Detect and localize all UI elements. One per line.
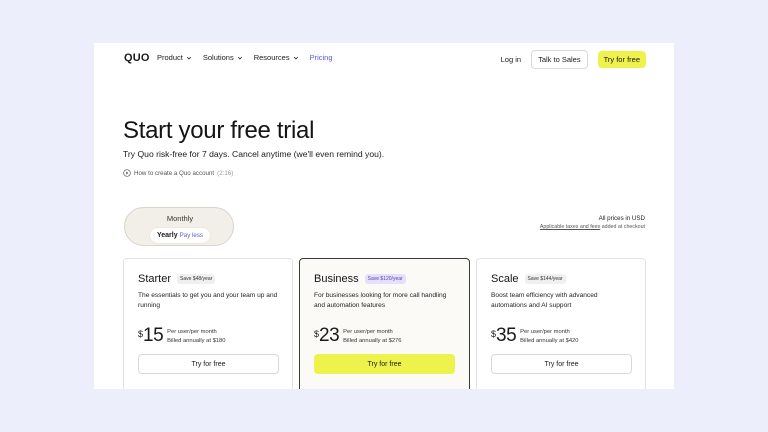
page-subtitle: Try Quo risk-free for 7 days. Cancel any… — [123, 149, 385, 159]
save-badge: Save $144/year — [524, 274, 566, 284]
plan-price: $ 15 Per user/per month Billed annually … — [138, 326, 226, 346]
price-per: Per user/per month — [520, 329, 570, 335]
nav-product[interactable]: Product — [157, 53, 192, 62]
pricing-page: QUO Product Solutions Resources Pricing … — [94, 43, 674, 389]
howto-duration: (2:16) — [217, 169, 234, 177]
currency-note: All prices in USD — [598, 215, 645, 222]
nav-product-label: Product — [157, 53, 183, 62]
billing-yearly-option[interactable]: Yearly Pay less — [150, 228, 210, 243]
try-free-business-button[interactable]: Try for free — [314, 354, 455, 374]
chevron-down-icon — [237, 56, 242, 59]
login-link[interactable]: Log in — [501, 55, 521, 64]
top-nav: QUO Product Solutions Resources Pricing … — [94, 43, 674, 73]
save-badge: Save $120/year — [364, 274, 406, 284]
plan-header: Scale Save $144/year — [491, 273, 566, 285]
play-circle-icon — [123, 169, 131, 177]
price-per: Per user/per month — [343, 329, 393, 335]
plan-description: Boost team efficiency with advanced auto… — [491, 292, 598, 309]
nav-pricing-label: Pricing — [309, 53, 333, 62]
plan-header: Starter Save $48/year — [138, 273, 216, 285]
billing-toggle: Monthly Yearly Pay less — [124, 207, 234, 246]
plan-name: Scale — [491, 273, 519, 285]
taxes-link[interactable]: Applicable taxes and fees — [540, 224, 600, 230]
nav-pricing[interactable]: Pricing — [310, 53, 333, 62]
price-per: Per user/per month — [167, 329, 217, 335]
try-free-starter-button[interactable]: Try for free — [138, 354, 279, 374]
nav-resources-label: Resources — [253, 53, 290, 62]
plan-description: The essentials to get you and your team … — [138, 292, 278, 309]
plan-card-business: Business Save $120/year For businesses l… — [299, 258, 470, 389]
plan-card-scale: Scale Save $144/year Boost team efficien… — [476, 258, 646, 389]
howto-label: How to create a Quo account — [134, 169, 215, 177]
pay-less-label: Pay less — [179, 232, 204, 239]
nav-solutions-label: Solutions — [202, 53, 234, 62]
nav-links: Product Solutions Resources Pricing — [157, 53, 333, 62]
price-meta: Per user/per month Billed annually at $1… — [167, 328, 225, 346]
nav-resources[interactable]: Resources — [254, 53, 299, 62]
page-title: Start your free trial — [123, 117, 315, 144]
save-badge: Save $48/year — [177, 274, 216, 284]
chevron-down-icon — [293, 56, 298, 59]
yearly-label: Yearly — [156, 232, 178, 239]
plan-price: $ 35 Per user/per month Billed annually … — [491, 326, 579, 346]
price-billed: Billed annually at $420 — [520, 338, 579, 344]
plan-card-starter: Starter Save $48/year The essentials to … — [123, 258, 293, 389]
plan-header: Business Save $120/year — [314, 273, 406, 285]
howto-video-link[interactable]: How to create a Quo account (2:16) — [123, 169, 233, 177]
plan-name: Starter — [138, 273, 172, 285]
plan-name: Business — [314, 273, 359, 285]
price-amount: 23 — [319, 325, 340, 346]
plan-price: $ 23 Per user/per month Billed annually … — [314, 326, 402, 346]
taxes-note: Applicable taxes and fees added at check… — [540, 223, 645, 232]
nav-actions: Log in Talk to Sales Try for free — [501, 50, 646, 69]
billing-monthly-option[interactable]: Monthly — [125, 214, 235, 223]
price-meta: Per user/per month Billed annually at $4… — [520, 328, 578, 346]
chevron-down-icon — [186, 56, 191, 59]
price-billed: Billed annually at $180 — [167, 338, 226, 344]
taxes-suffix: added at checkout — [601, 224, 645, 230]
price-amount: 35 — [496, 325, 517, 346]
nav-solutions[interactable]: Solutions — [203, 53, 243, 62]
try-free-nav-button[interactable]: Try for free — [597, 51, 646, 68]
quo-logo[interactable]: QUO — [124, 52, 150, 64]
price-billed: Billed annually at $276 — [343, 338, 402, 344]
price-meta: Per user/per month Billed annually at $2… — [343, 328, 401, 346]
talk-to-sales-button[interactable]: Talk to Sales — [531, 50, 588, 69]
price-amount: 15 — [143, 325, 164, 346]
prices-note: All prices in USD Applicable taxes and f… — [540, 214, 645, 232]
plan-description: For businesses looking for more call han… — [314, 292, 447, 309]
try-free-scale-button[interactable]: Try for free — [491, 354, 632, 374]
